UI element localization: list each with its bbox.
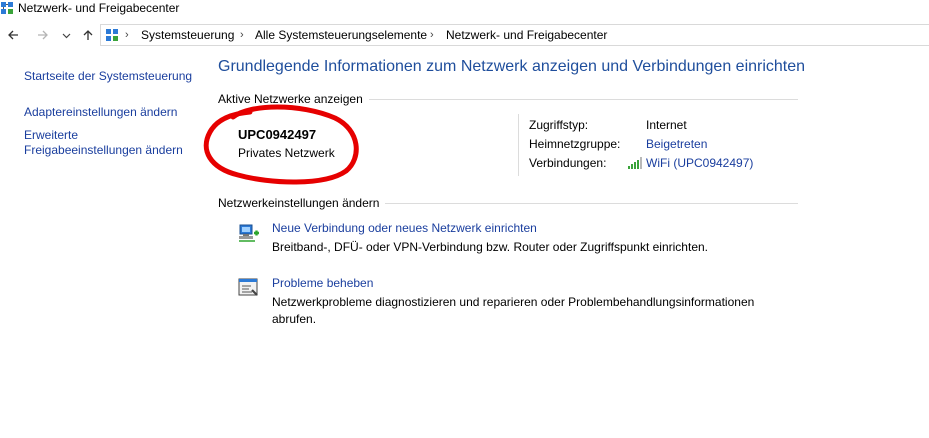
connections-label: Verbindungen: — [529, 156, 607, 170]
network-center-icon — [0, 1, 14, 15]
breadcrumb-separator: › — [125, 29, 129, 41]
control-panel-icon — [106, 29, 118, 41]
navigation-bar: › Systemsteuerung › Alle Systemsteuerung… — [0, 24, 929, 46]
troubleshoot-description-line: Netzwerkprobleme diagnostizieren und rep… — [272, 295, 755, 309]
back-arrow-icon — [8, 30, 18, 40]
homegroup-label: Heimnetzgruppe: — [529, 137, 621, 151]
troubleshoot-description-line: abrufen. — [272, 312, 317, 326]
breadcrumb-separator: › — [430, 29, 434, 41]
wifi-signal-icon — [628, 157, 642, 169]
sidebar-item-label[interactable]: Freigabeeinstellungen ändern — [24, 143, 183, 158]
access-type-label: Zugriffstyp: — [529, 118, 589, 132]
change-settings-label: Netzwerkeinstellungen ändern — [218, 196, 386, 210]
chevron-down-icon — [62, 33, 70, 38]
window: Netzwerk- und Freigabecenter › Systemste… — [0, 0, 929, 438]
back-button[interactable] — [4, 25, 22, 45]
active-networks-label: Aktive Netzwerke anzeigen — [218, 92, 369, 106]
network-type-link[interactable]: Privates Netzwerk — [238, 146, 335, 161]
sidebar-item-adaptereinstellungen[interactable]: Adaptereinstellungen ändern — [24, 105, 177, 120]
new-connection-description: Breitband-, DFÜ- oder VPN-Verbindung bzw… — [272, 240, 708, 254]
forward-arrow-icon — [38, 30, 48, 40]
breadcrumb-alle-elemente[interactable]: Alle Systemsteuerungselemente — [255, 25, 427, 45]
homegroup-link[interactable]: Beigetreten — [646, 137, 707, 152]
network-name: UPC0942497 — [238, 127, 317, 142]
divider — [518, 114, 519, 176]
page-title: Grundlegende Informationen zum Netzwerk … — [218, 58, 806, 75]
forward-button[interactable] — [34, 25, 52, 45]
recent-locations-button[interactable] — [60, 25, 72, 45]
up-button[interactable] — [79, 25, 97, 45]
sidebar-item-startseite[interactable]: Startseite der Systemsteuerung — [24, 69, 192, 84]
new-connection-link[interactable]: Neue Verbindung oder neues Netzwerk einr… — [272, 221, 537, 236]
up-arrow-icon — [83, 30, 93, 40]
access-type-value: Internet — [646, 118, 687, 132]
sidebar-item-label[interactable]: Erweiterte — [24, 128, 78, 143]
title-bar: Netzwerk- und Freigabecenter — [0, 0, 929, 17]
breadcrumb-netzwerkcenter[interactable]: Netzwerk- und Freigabecenter — [446, 25, 607, 45]
connection-wifi-label[interactable]: WiFi (UPC0942497) — [646, 156, 753, 171]
troubleshoot-link[interactable]: Probleme beheben — [272, 276, 373, 291]
new-connection-icon — [239, 224, 259, 242]
breadcrumb-systemsteuerung[interactable]: Systemsteuerung — [141, 25, 234, 45]
address-bar[interactable]: › Systemsteuerung › Alle Systemsteuerung… — [100, 24, 929, 46]
troubleshoot-icon — [238, 278, 258, 296]
breadcrumb-separator: › — [240, 29, 244, 41]
window-title: Netzwerk- und Freigabecenter — [18, 1, 180, 15]
